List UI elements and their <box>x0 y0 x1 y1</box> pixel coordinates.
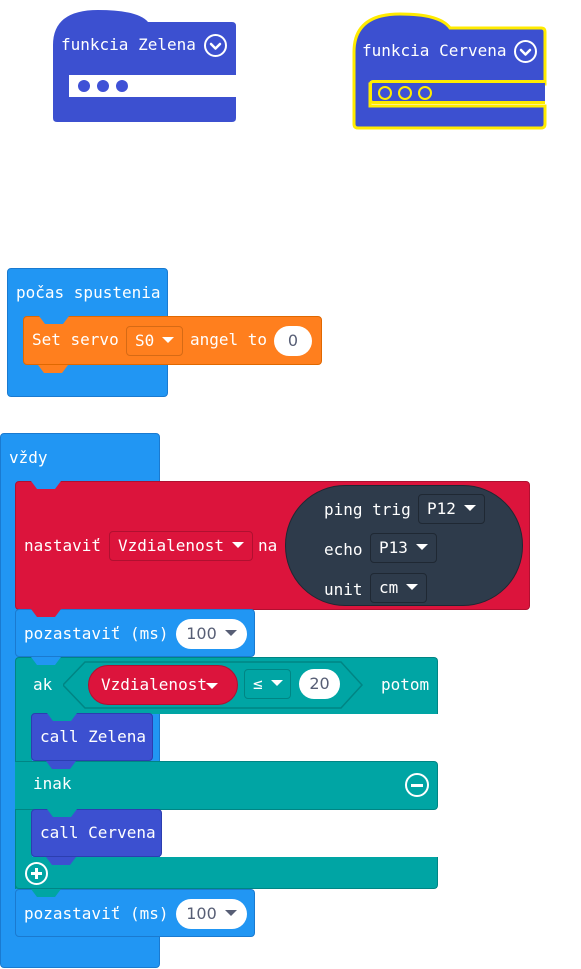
else-label: inak <box>33 774 72 793</box>
dot-icon <box>116 80 128 92</box>
dot-icon <box>398 86 412 100</box>
set-variable-block[interactable]: nastaviť Vzdialenost na ping trig P12 ec… <box>15 481 530 610</box>
dropdown-caret-icon <box>270 679 283 686</box>
function-cervena-label: funkcia Cervena <box>362 41 507 60</box>
function-block-zelena[interactable]: funkcia Zelena <box>53 5 236 122</box>
pause-duration-dropdown[interactable]: 100 <box>176 899 247 929</box>
pause-duration-dropdown[interactable]: 100 <box>176 619 247 649</box>
function-block-zelena-shape <box>53 10 236 122</box>
dropdown-caret-icon <box>162 336 175 343</box>
else-header <box>15 761 438 810</box>
ping-trig-label: ping trig <box>324 500 411 519</box>
call-cervena-block[interactable]: call Cervena <box>31 809 162 857</box>
dot-icon <box>418 86 432 100</box>
dropdown-caret-icon <box>206 683 218 689</box>
collapse-chevron-icon[interactable] <box>514 40 537 63</box>
forever-label: vždy <box>9 448 48 467</box>
trig-pin-value: P12 <box>427 499 456 518</box>
if-else-block[interactable]: ak Vzdialenost ≤ 20 potom call Zelena in… <box>15 657 438 889</box>
dot-icon <box>378 86 392 100</box>
pause-block-2[interactable]: pozastaviť (ms) 100 <box>15 889 255 937</box>
dropdown-caret-icon <box>463 504 476 511</box>
parameter-dots-field[interactable] <box>69 75 236 97</box>
pause-duration-value: 100 <box>186 904 217 923</box>
compare-value-input[interactable]: 20 <box>299 669 340 699</box>
dropdown-caret-icon <box>415 543 428 550</box>
unit-label: unit <box>324 580 363 599</box>
servo-pin-dropdown[interactable]: S0 <box>126 326 184 356</box>
variable-reporter-label: Vzdialenost <box>101 675 207 694</box>
if-label: ak <box>33 675 53 694</box>
function-zelena-label: funkcia Zelena <box>61 35 196 54</box>
unit-value: cm <box>379 578 399 597</box>
dot-icon <box>78 80 90 92</box>
then-label: potom <box>381 675 430 694</box>
dot-icon <box>97 80 109 92</box>
servo-angle-input[interactable]: 0 <box>274 326 312 356</box>
set-servo-block[interactable]: Set servo S0 angel to 0 <box>23 316 322 365</box>
echo-pin-dropdown[interactable]: P13 <box>370 533 437 563</box>
remove-else-icon[interactable] <box>405 773 429 797</box>
variable-dropdown[interactable]: Vzdialenost <box>109 531 253 561</box>
compare-value: 20 <box>309 674 330 693</box>
echo-pin-value: P13 <box>379 538 408 557</box>
pause-label: pozastaviť (ms) <box>24 624 169 643</box>
echo-label: echo <box>324 540 363 559</box>
if-footer <box>15 857 438 889</box>
collapse-chevron-icon[interactable] <box>204 34 227 57</box>
operator-value: ≤ <box>253 674 263 693</box>
dropdown-caret-icon <box>224 909 237 916</box>
function-block-cervena[interactable]: funkcia Cervena <box>352 10 547 130</box>
on-start-label: počas spustenia <box>16 283 161 302</box>
variable-reporter[interactable]: Vzdialenost <box>88 665 238 705</box>
parameter-dots-field[interactable] <box>369 80 545 104</box>
servo-angle-value: 0 <box>287 331 299 350</box>
unit-dropdown[interactable]: cm <box>370 573 428 603</box>
to-label: na <box>258 536 278 555</box>
ping-block[interactable]: ping trig P12 echo P13 unit cm <box>285 485 523 606</box>
call-cervena-label: call Cervena <box>40 823 156 842</box>
variable-value: Vzdialenost <box>118 536 224 555</box>
servo-pin-value: S0 <box>135 331 155 350</box>
trig-pin-dropdown[interactable]: P12 <box>418 494 485 524</box>
dropdown-caret-icon <box>406 583 419 590</box>
pause-duration-value: 100 <box>186 624 217 643</box>
set-label: nastaviť <box>24 536 102 555</box>
dropdown-caret-icon <box>231 541 244 548</box>
pause-block-1[interactable]: pozastaviť (ms) 100 <box>15 609 255 657</box>
operator-dropdown[interactable]: ≤ <box>244 669 291 699</box>
dropdown-caret-icon <box>224 629 237 636</box>
function-block-cervena-shape <box>352 12 547 130</box>
pause-label: pozastaviť (ms) <box>24 904 169 923</box>
angle-to-label: angel to <box>190 330 268 349</box>
call-zelena-label: call Zelena <box>40 727 146 746</box>
set-servo-label: Set servo <box>32 330 119 349</box>
call-zelena-block[interactable]: call Zelena <box>31 713 153 761</box>
add-branch-icon[interactable] <box>25 862 48 885</box>
